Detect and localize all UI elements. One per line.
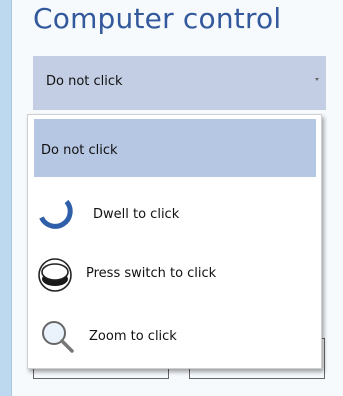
control-mode-select-value: Do not click bbox=[46, 74, 123, 89]
dropdown-option-label: Press switch to click bbox=[86, 266, 217, 281]
chevron-down-icon bbox=[315, 78, 319, 81]
dropdown-option-zoom-to-click[interactable]: Zoom to click bbox=[28, 309, 321, 367]
magnifier-icon bbox=[42, 321, 74, 353]
dropdown-option-press-switch-to-click[interactable]: Press switch to click bbox=[28, 245, 321, 307]
dropdown-option-label: Zoom to click bbox=[89, 329, 177, 344]
control-mode-select[interactable]: Do not click bbox=[33, 56, 326, 110]
dropdown-option-do-not-click[interactable]: Do not click bbox=[34, 119, 316, 177]
dropdown-option-dwell-to-click[interactable]: Dwell to click bbox=[28, 185, 321, 243]
page-title: Computer control bbox=[33, 2, 282, 35]
control-mode-dropdown-list: Do not click Dwell to click Press switch… bbox=[27, 114, 322, 369]
switch-button-icon bbox=[38, 258, 72, 292]
dropdown-option-label: Dwell to click bbox=[93, 207, 180, 222]
dropdown-option-label: Do not click bbox=[41, 143, 118, 158]
dwell-ring-icon bbox=[39, 199, 73, 229]
